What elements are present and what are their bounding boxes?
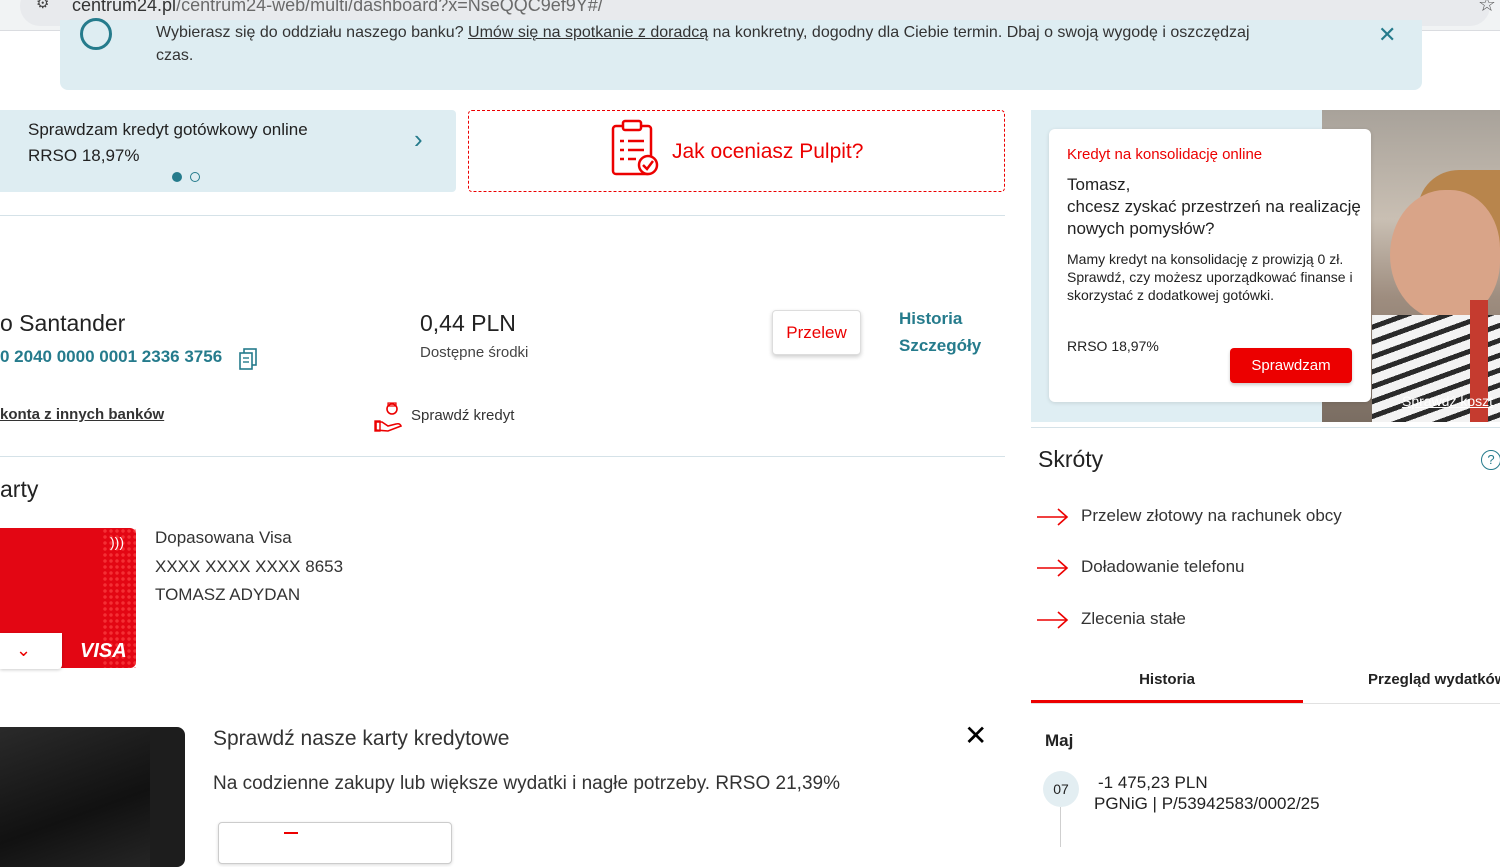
info-banner-text: Wybierasz się do oddziału naszego banku?… bbox=[156, 24, 1250, 41]
divider bbox=[0, 215, 1005, 216]
clipboard-check-icon bbox=[610, 119, 660, 182]
shortcuts-heading: Skróty bbox=[1038, 446, 1104, 472]
other-banks-link[interactable]: konta z innych banków bbox=[0, 406, 164, 423]
transaction-description[interactable]: PGNiG | P/53942583/0002/25 bbox=[1094, 794, 1320, 814]
ad-tag: Kredyt na konsolidację online bbox=[1067, 146, 1263, 163]
money-bag-hand-icon bbox=[374, 402, 406, 439]
info-banner-text-2: czas. bbox=[156, 47, 194, 64]
close-icon[interactable]: ✕ bbox=[964, 719, 987, 752]
account-number: 0 2040 0000 0001 2336 3756 bbox=[0, 347, 223, 366]
account-name: o Santander bbox=[0, 310, 126, 336]
promo-title: Sprawdzam kredyt gotówkowy online bbox=[28, 120, 308, 139]
history-link[interactable]: Historia bbox=[899, 309, 962, 329]
history-month: Maj bbox=[1045, 731, 1074, 750]
chevron-down-icon[interactable]: ⌄ bbox=[16, 640, 31, 661]
divider bbox=[0, 456, 1005, 457]
details-link[interactable]: Szczegóły bbox=[899, 336, 981, 356]
transaction-day: 07 bbox=[1043, 771, 1079, 807]
cards-heading: arty bbox=[0, 476, 39, 502]
url-text[interactable]: centrum24.pl/centrum24-web/multi/dashboa… bbox=[72, 0, 603, 16]
ad-heading: Tomasz, chcesz zyskać przestrzeń na real… bbox=[1067, 175, 1361, 238]
ad-body: Mamy kredyt na konsolidację z prowizją 0… bbox=[1067, 251, 1353, 303]
credit-promo-description: Na codzienne zakupy lub większe wydatki … bbox=[213, 773, 840, 794]
shortcut-item[interactable]: Doładowanie telefonu bbox=[1081, 557, 1245, 577]
card-number: XXXX XXXX XXXX 8653 bbox=[155, 557, 344, 576]
tab-expenses[interactable]: Przegląd wydatków bbox=[1368, 671, 1500, 688]
arrow-right-icon bbox=[1036, 610, 1070, 630]
card-holder: TOMASZ ADYDAN bbox=[155, 585, 301, 604]
rating-label[interactable]: Jak oceniasz Pulpit? bbox=[672, 140, 863, 164]
contactless-icon: ))) bbox=[110, 534, 124, 550]
credit-promo-title: Sprawdź nasze karty kredytowe bbox=[213, 727, 510, 750]
ad-cost-link[interactable]: Sprawdź koszt bbox=[1402, 393, 1493, 409]
arrow-right-icon bbox=[1036, 507, 1070, 527]
tab-history[interactable]: Historia bbox=[1031, 665, 1303, 705]
account-balance: 0,44 PLN bbox=[420, 310, 516, 336]
shortcut-item[interactable]: Przelew złotowy na rachunek obcy bbox=[1081, 506, 1342, 526]
balance-label: Dostępne środki bbox=[420, 344, 529, 361]
shortcut-item[interactable]: Zlecenia stałe bbox=[1081, 609, 1186, 629]
timeline-line bbox=[1060, 807, 1061, 847]
info-icon bbox=[80, 18, 112, 50]
bookmark-star-icon[interactable]: ☆ bbox=[1478, 0, 1496, 17]
button-icon bbox=[284, 832, 298, 844]
transaction-amount[interactable]: -1 475,23 PLN bbox=[1098, 773, 1208, 793]
carousel-dot[interactable] bbox=[190, 172, 200, 182]
ad-check-button[interactable]: Sprawdzam bbox=[1230, 348, 1352, 383]
help-icon[interactable]: ? bbox=[1481, 450, 1500, 470]
arrow-right-icon bbox=[1036, 558, 1070, 578]
ad-rrso: RRSO 18,97% bbox=[1067, 338, 1159, 354]
carousel-dot-active[interactable] bbox=[172, 172, 182, 182]
close-icon[interactable]: ✕ bbox=[1378, 22, 1396, 48]
divider bbox=[1031, 703, 1500, 704]
transfer-button[interactable]: Przelew bbox=[772, 310, 861, 355]
copy-icon[interactable] bbox=[238, 347, 260, 376]
card-name: Dopasowana Visa bbox=[155, 528, 292, 547]
credit-promo-button[interactable] bbox=[218, 822, 452, 864]
promo-rrso: RRSO 18,97% bbox=[28, 146, 140, 165]
chevron-right-icon[interactable]: › bbox=[414, 126, 423, 152]
site-settings-icon[interactable]: ⚙ bbox=[36, 0, 56, 14]
divider bbox=[1031, 427, 1500, 428]
card-brand: VISA bbox=[80, 640, 127, 662]
check-credit-link[interactable]: Sprawdź kredyt bbox=[411, 407, 514, 424]
appointment-link[interactable]: Umów się na spotkanie z doradcą bbox=[468, 24, 708, 41]
credit-card-shine bbox=[0, 727, 150, 867]
